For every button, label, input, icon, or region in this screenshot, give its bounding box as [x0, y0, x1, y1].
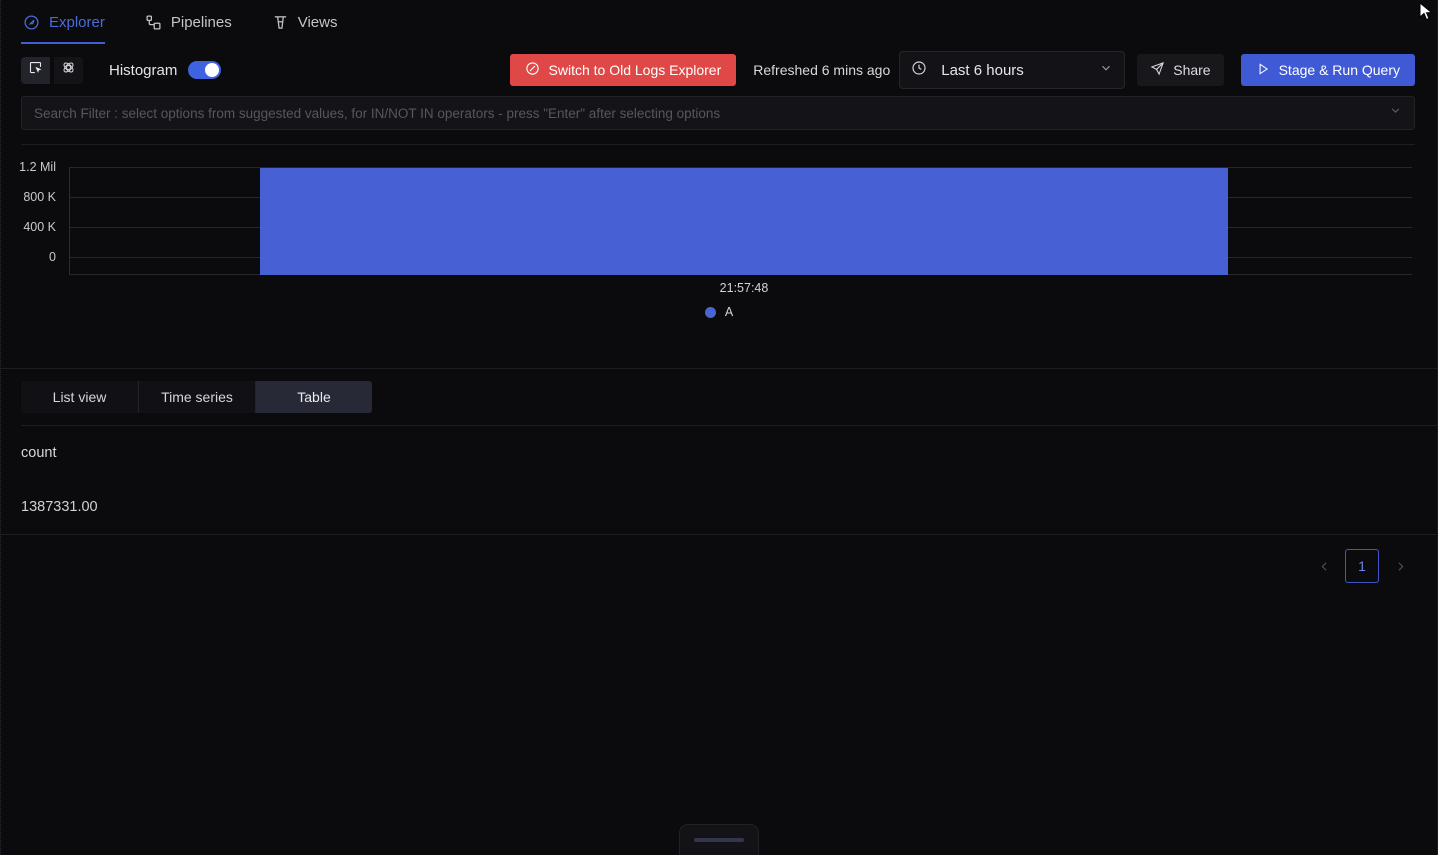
chart-plot-area[interactable]	[70, 167, 1412, 275]
view-tabs-section: List view Time series Table	[1, 369, 1437, 426]
search-input[interactable]: Search Filter : select options from sugg…	[21, 96, 1415, 130]
pagination: 1	[1, 535, 1437, 583]
tab-table[interactable]: Table	[255, 381, 372, 413]
pagination-page-1[interactable]: 1	[1345, 549, 1379, 583]
nav-item-views-label: Views	[297, 13, 338, 31]
nav-item-pipelines-label: Pipelines	[170, 13, 232, 31]
slash-circle-icon	[525, 61, 540, 79]
resize-grip-icon	[694, 838, 744, 842]
x-tick-label: 21:57:48	[719, 281, 769, 295]
table-column-header-count[interactable]: count	[21, 445, 56, 461]
time-range-picker[interactable]: Last 6 hours	[899, 51, 1126, 89]
y-tick-label: 800 K	[23, 190, 56, 204]
y-tick-label: 1.2 Mil	[19, 160, 56, 174]
bar-series-a[interactable]	[260, 167, 1228, 275]
chevron-down-icon[interactable]	[1389, 104, 1402, 122]
nav-item-pipelines[interactable]: Pipelines	[143, 0, 246, 44]
chevron-right-icon[interactable]	[1385, 551, 1415, 581]
send-icon	[1150, 61, 1165, 79]
y-tick-label: 400 K	[23, 220, 56, 234]
tab-time-series[interactable]: Time series	[138, 381, 255, 413]
nav-item-views[interactable]: Views	[270, 0, 352, 44]
histogram-label: Histogram	[109, 61, 178, 79]
toolbar-right-group: Switch to Old Logs Explorer Refreshed 6 …	[509, 51, 1415, 89]
refreshed-status: Refreshed 6 mins ago	[753, 62, 891, 78]
play-icon	[1256, 62, 1270, 79]
select-mode-button[interactable]	[21, 56, 50, 84]
histogram-toggle-knob	[205, 63, 220, 77]
pipeline-icon	[145, 14, 162, 31]
nav-item-explorer[interactable]: Explorer	[21, 0, 119, 44]
select-box-icon	[28, 60, 43, 80]
stage-and-run-query-button[interactable]: Stage & Run Query	[1240, 54, 1415, 86]
anomaly-mode-button[interactable]	[54, 56, 83, 84]
histogram-chart: 1.2 Mil 800 K 400 K 0 21:57:48 A	[1, 145, 1437, 368]
atom-icon	[61, 60, 76, 80]
search-filter-section: Search Filter : select options from sugg…	[1, 96, 1437, 145]
top-navigation: Explorer Pipelines Views	[1, 0, 1437, 44]
table-header-row: count	[21, 426, 1417, 480]
stage-and-run-query-label: Stage & Run Query	[1278, 62, 1400, 78]
share-label: Share	[1173, 62, 1211, 78]
tower-icon	[272, 14, 289, 31]
mode-icon-group	[21, 56, 83, 84]
chevron-left-icon[interactable]	[1309, 551, 1339, 581]
y-tick-label: 0	[49, 250, 56, 264]
tab-list-view-label: List view	[52, 389, 107, 405]
logs-explorer-app: Explorer Pipelines Views Histogram Switc…	[0, 0, 1438, 855]
chart-legend: A	[1, 305, 1437, 319]
legend-label-a[interactable]: A	[725, 305, 733, 319]
switch-to-old-logs-explorer-button[interactable]: Switch to Old Logs Explorer	[509, 54, 737, 86]
tab-time-series-label: Time series	[161, 389, 233, 405]
nav-item-explorer-label: Explorer	[49, 13, 105, 31]
results-table: count 1387331.00	[1, 426, 1437, 534]
tab-list-view[interactable]: List view	[21, 381, 138, 413]
histogram-toggle[interactable]	[188, 61, 222, 79]
search-input-placeholder: Search Filter : select options from sugg…	[34, 105, 721, 121]
tab-table-label: Table	[297, 389, 331, 405]
time-range-value: Last 6 hours	[941, 61, 1024, 79]
share-button[interactable]: Share	[1137, 54, 1224, 86]
compass-icon	[23, 14, 40, 31]
legend-color-dot	[704, 306, 716, 318]
chevron-down-icon	[1099, 61, 1113, 80]
table-cell-count: 1387331.00	[21, 499, 98, 515]
switch-to-old-logs-explorer-label: Switch to Old Logs Explorer	[548, 62, 722, 78]
bottom-resize-handle[interactable]	[679, 824, 759, 855]
table-row[interactable]: 1387331.00	[21, 480, 1417, 534]
view-tabs: List view Time series Table	[21, 381, 372, 413]
clock-icon	[911, 60, 927, 81]
explorer-toolbar: Histogram Switch to Old Logs Explorer Re…	[1, 44, 1437, 96]
